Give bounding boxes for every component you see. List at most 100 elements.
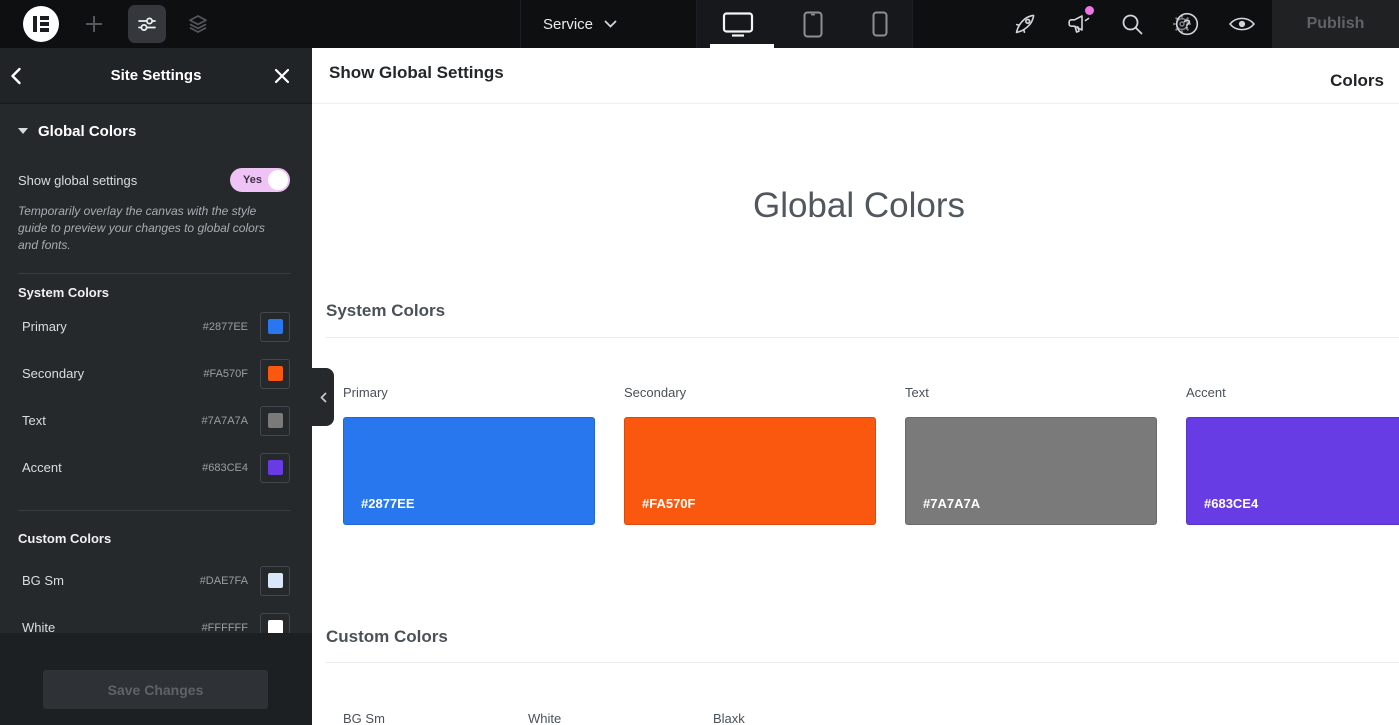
color-hex: #7A7A7A — [202, 415, 248, 427]
system-color-cards: Primary #2877EE Secondary #FA570F Text #… — [343, 384, 1399, 525]
toggle-label: Show global settings — [18, 173, 137, 188]
collapse-panel-handle[interactable] — [312, 368, 334, 426]
color-row-primary: Primary #2877EE — [18, 303, 290, 350]
elementor-menu-button[interactable] — [23, 6, 59, 42]
service-dropdown[interactable]: Service — [543, 0, 617, 48]
desktop-icon[interactable] — [722, 12, 754, 37]
card-swatch[interactable]: #683CE4 — [1186, 417, 1399, 525]
card-label: White — [528, 711, 713, 725]
rocket-icon[interactable] — [1012, 11, 1038, 37]
card-label: Accent — [1186, 384, 1399, 402]
color-label: Secondary — [22, 366, 84, 381]
card-hex: #7A7A7A — [923, 496, 980, 511]
color-hex: #683CE4 — [202, 462, 248, 474]
custom-colors-title: Custom Colors — [18, 531, 290, 549]
save-changes-button[interactable]: Save Changes — [43, 670, 268, 709]
card-swatch[interactable]: #2877EE — [343, 417, 595, 525]
topbar-document-section: Service — [520, 0, 696, 48]
topbar-right-tools: ? — [913, 0, 1272, 48]
settings-sliders-icon[interactable] — [128, 5, 166, 43]
color-hex: #2877EE — [203, 321, 248, 333]
color-swatch-button[interactable] — [260, 453, 290, 483]
publish-button[interactable]: Publish — [1272, 0, 1399, 48]
color-hex: #FA570F — [203, 368, 248, 380]
color-swatch-button[interactable] — [260, 566, 290, 596]
card-hex: #FA570F — [642, 496, 695, 511]
section-divider — [326, 337, 1399, 338]
caret-down-icon — [18, 128, 28, 134]
system-colors-title: System Colors — [18, 285, 290, 303]
add-element-icon[interactable] — [82, 13, 106, 35]
site-settings-panel: Site Settings Global Colors Show global … — [0, 48, 312, 725]
color-swatch — [268, 319, 283, 334]
color-row-text: Text #7A7A7A — [18, 397, 290, 444]
show-global-settings-toggle[interactable]: Yes — [230, 168, 290, 192]
close-icon[interactable] — [274, 62, 302, 90]
divider — [18, 273, 290, 274]
color-label: Primary — [22, 319, 67, 334]
back-button[interactable] — [10, 62, 36, 90]
color-label: Text — [22, 413, 46, 428]
style-guide-preview: Show Global Settings Colors Global Color… — [312, 48, 1399, 725]
preview-header: Show Global Settings Colors — [312, 48, 1399, 104]
color-card-text: Text #7A7A7A — [905, 384, 1157, 525]
panel-title: Site Settings — [111, 67, 202, 84]
card-label: Text — [905, 384, 1157, 402]
elementor-editor: Service — [0, 0, 1399, 725]
panel-footer: Save Changes — [0, 633, 312, 725]
help-icon[interactable]: ? — [1174, 11, 1200, 37]
color-hex: #FFFFFF — [202, 622, 248, 634]
color-label: White — [22, 620, 55, 633]
service-label: Service — [543, 16, 593, 33]
card-label: Secondary — [624, 384, 876, 402]
divider — [18, 510, 290, 511]
page-title: Global Colors — [312, 186, 1399, 226]
system-colors-section-title: System Colors — [326, 301, 445, 321]
card-label: Primary — [343, 384, 595, 402]
color-row-white-clipped: White #FFFFFF — [18, 604, 290, 633]
active-device-indicator — [710, 44, 774, 48]
content-title: Show Global Settings — [329, 63, 504, 83]
color-card-secondary: Secondary #FA570F — [624, 384, 876, 525]
card-swatch[interactable]: #7A7A7A — [905, 417, 1157, 525]
color-swatch — [268, 366, 283, 381]
svg-text:?: ? — [1183, 17, 1191, 32]
color-label: BG Sm — [22, 573, 64, 588]
color-swatch-button[interactable] — [260, 613, 290, 634]
tablet-icon[interactable] — [803, 11, 823, 38]
topbar-left-tools — [0, 0, 520, 48]
section-divider — [326, 662, 1399, 663]
card-hex: #2877EE — [361, 496, 415, 511]
card-swatch[interactable]: #FA570F — [624, 417, 876, 525]
color-swatch-button[interactable] — [260, 406, 290, 436]
accordion-label: Global Colors — [38, 123, 136, 140]
chevron-down-icon — [604, 20, 617, 28]
color-row-bg-sm: BG Sm #DAE7FA — [18, 557, 290, 604]
color-card-accent: Accent #683CE4 — [1186, 384, 1399, 525]
color-swatch — [268, 413, 283, 428]
card-label: Blaxk — [713, 711, 898, 725]
panel-header: Site Settings — [0, 48, 312, 104]
color-row-secondary: Secondary #FA570F — [18, 350, 290, 397]
colors-label: Colors — [1330, 71, 1384, 91]
color-swatch — [268, 620, 283, 633]
color-label: Accent — [22, 460, 62, 475]
card-label: BG Sm — [343, 711, 528, 725]
notification-dot — [1085, 6, 1094, 15]
custom-colors-section-title: Custom Colors — [326, 627, 448, 647]
search-icon[interactable] — [1119, 11, 1145, 37]
elementor-logo-icon — [23, 6, 59, 42]
custom-color-card-labels: BG Sm White Blaxk — [343, 711, 898, 725]
show-global-settings-row: Show global settings Yes — [18, 166, 290, 194]
color-swatch-button[interactable] — [260, 312, 290, 342]
preview-eye-icon[interactable] — [1228, 11, 1254, 37]
global-colors-accordion[interactable]: Global Colors — [18, 117, 136, 145]
color-card-primary: Primary #2877EE — [343, 384, 595, 525]
toggle-state-label: Yes — [243, 174, 262, 186]
mobile-icon[interactable] — [872, 11, 888, 37]
color-swatch — [268, 573, 283, 588]
color-swatch-button[interactable] — [260, 359, 290, 389]
layers-icon[interactable] — [186, 12, 210, 36]
color-row-accent: Accent #683CE4 — [18, 444, 290, 491]
panel-body: Global Colors Show global settings Yes T… — [0, 104, 312, 633]
